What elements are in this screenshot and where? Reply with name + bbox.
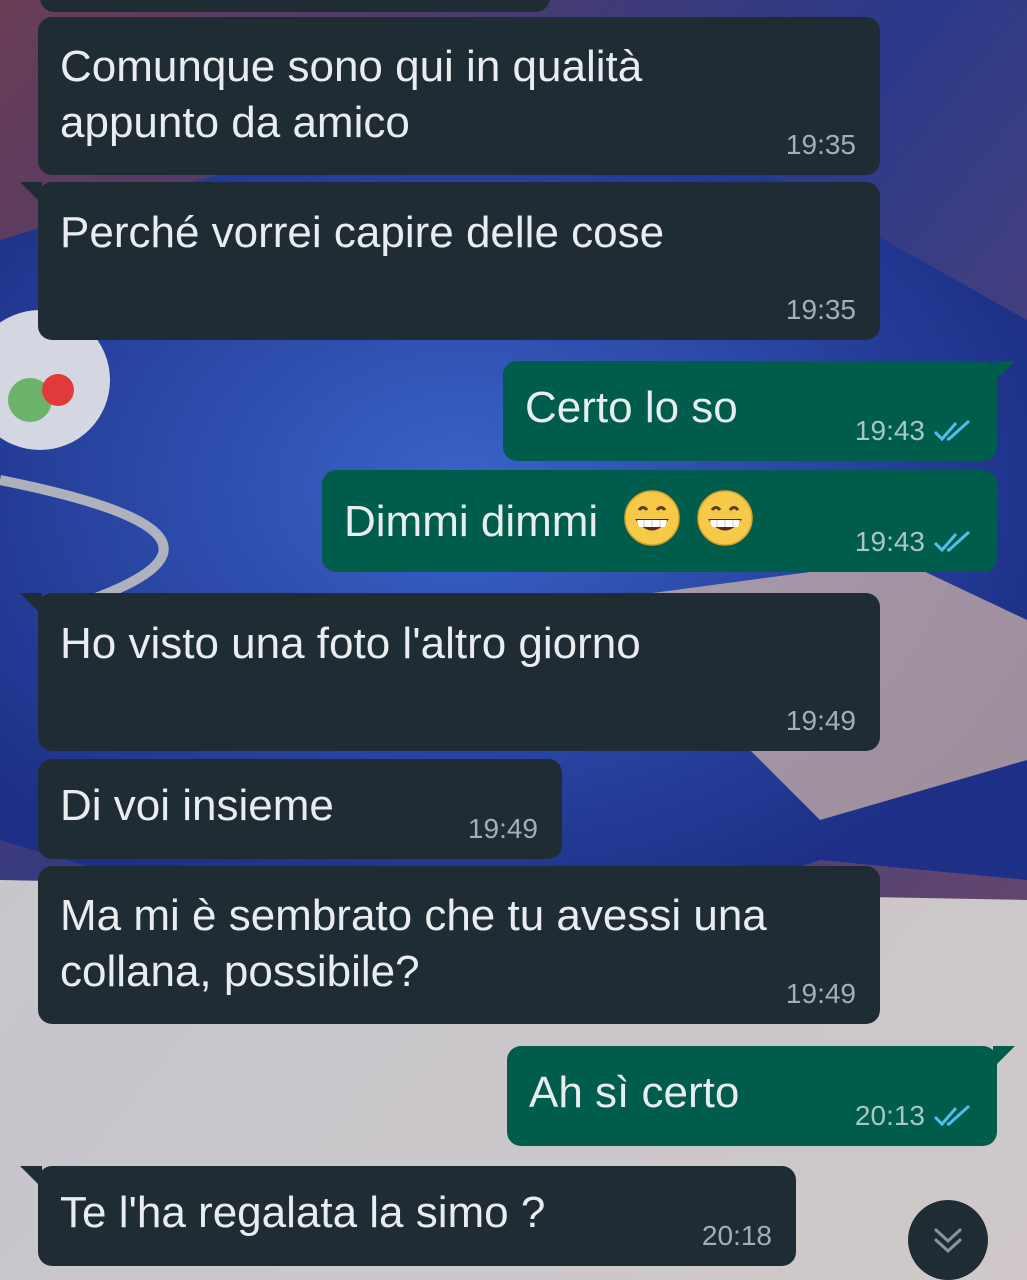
message-text: Ma mi è sembrato che tu avessi una [60,891,767,940]
read-double-check-icon [933,419,971,442]
message-bubble-partial [40,0,550,12]
grinning-face-icon [696,490,753,546]
message-time: 19:43 [854,526,925,557]
message-bubble-incoming: Perché vorrei capire delle cose 19:35 [20,182,880,340]
message-time: 19:35 [785,129,856,160]
message-text: Dimmi dimmi [344,497,599,546]
message-time: 19:49 [467,813,538,844]
message-bubble-incoming: Di voi insieme 19:49 [38,759,562,859]
scroll-to-bottom-button[interactable] [908,1200,988,1280]
message-text: Comunque sono qui in qualità [60,42,643,91]
message-text: collana, possibile? [60,947,420,996]
message-time: 19:35 [785,294,856,325]
message-bubble-incoming: Ho visto una foto l'altro giorno 19:49 [20,593,880,751]
message-time: 19:49 [785,705,856,736]
grinning-face-icon [624,490,681,546]
message-bubble-outgoing: Dimmi dimmi 19:43 [322,470,997,572]
message-text: Ah sì certo [529,1068,740,1117]
message-text: Certo lo so [525,383,738,432]
message-bubble-outgoing: Certo lo so 19:43 [503,361,1015,461]
message-text: Perché vorrei capire delle cose [60,208,665,257]
read-double-check-icon [933,530,971,553]
message-time: 19:49 [785,978,856,1009]
bubble-tail [20,182,42,204]
message-text: Di voi insieme [60,781,334,830]
double-chevron-down-icon [934,1228,962,1254]
message-text: Ho visto una foto l'altro giorno [60,619,641,668]
message-bubble-incoming: Te l'ha regalata la simo ? 20:18 [20,1166,796,1266]
message-time: 20:13 [854,1100,925,1131]
message-time: 20:18 [701,1220,772,1251]
bubble-tail [993,361,1015,383]
message-bubble-incoming: Comunque sono qui in qualità appunto da … [38,17,880,175]
bubble-tail [993,1046,1015,1068]
message-bubble-outgoing: Ah sì certo 20:13 [507,1046,1015,1146]
message-time: 19:43 [854,415,925,446]
bubble-tail [20,1166,42,1188]
message-text: Te l'ha regalata la simo ? [60,1188,546,1237]
read-double-check-icon [933,1104,971,1127]
bubble-tail [20,593,42,615]
message-bubble-incoming: Ma mi è sembrato che tu avessi una colla… [38,866,880,1024]
message-text: appunto da amico [60,98,410,147]
